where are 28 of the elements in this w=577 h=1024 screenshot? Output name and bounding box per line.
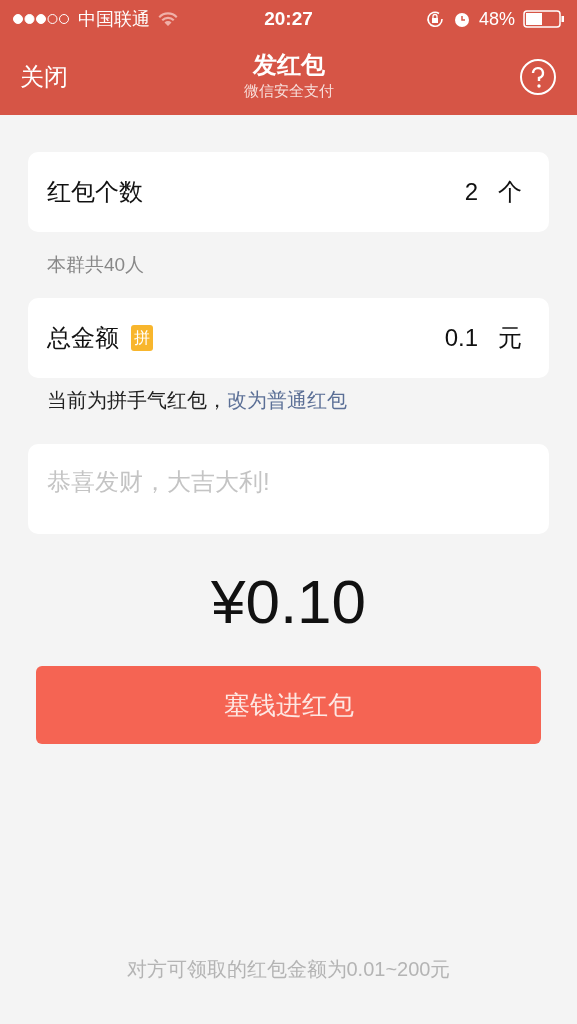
battery-icon — [523, 10, 565, 28]
group-size-hint: 本群共40人 — [46, 252, 146, 277]
amount-row[interactable]: 总金额 拼 0.1 元 — [28, 298, 549, 378]
battery-percent: 48% — [479, 7, 515, 31]
status-time: 20:27 — [264, 6, 313, 31]
rotation-lock-icon — [425, 9, 445, 29]
close-button[interactable]: 关闭 — [20, 58, 68, 95]
count-row[interactable]: 红包个数 2 个 — [28, 152, 549, 232]
page-subtitle: 微信安全支付 — [243, 81, 334, 102]
help-icon[interactable] — [519, 57, 557, 96]
count-unit: 个 — [498, 177, 522, 207]
count-value: 2 — [464, 177, 478, 207]
page-title: 发红包 — [252, 50, 325, 81]
count-label: 红包个数 — [47, 177, 144, 207]
mode-note: 当前为拼手气红包， — [47, 388, 227, 413]
wifi-icon — [158, 11, 178, 27]
carrier-name: 中国联通 — [78, 7, 150, 31]
amount-range-note: 对方可领取的红包金额为0.01~200元 — [126, 957, 451, 982]
amount-value: 0.1 — [444, 323, 478, 353]
submit-button[interactable]: 塞钱进红包 — [36, 666, 541, 744]
random-badge: 拼 — [131, 325, 153, 351]
switch-mode-link[interactable]: 改为普通红包 — [227, 385, 347, 415]
amount-label: 总金额 — [47, 323, 119, 353]
total-amount: ¥0.10 — [210, 566, 367, 638]
amount-unit: 元 — [498, 323, 522, 353]
signal-icon — [12, 13, 70, 25]
alarm-icon — [453, 10, 471, 28]
message-field[interactable]: 恭喜发财，大吉大利! — [28, 444, 549, 534]
